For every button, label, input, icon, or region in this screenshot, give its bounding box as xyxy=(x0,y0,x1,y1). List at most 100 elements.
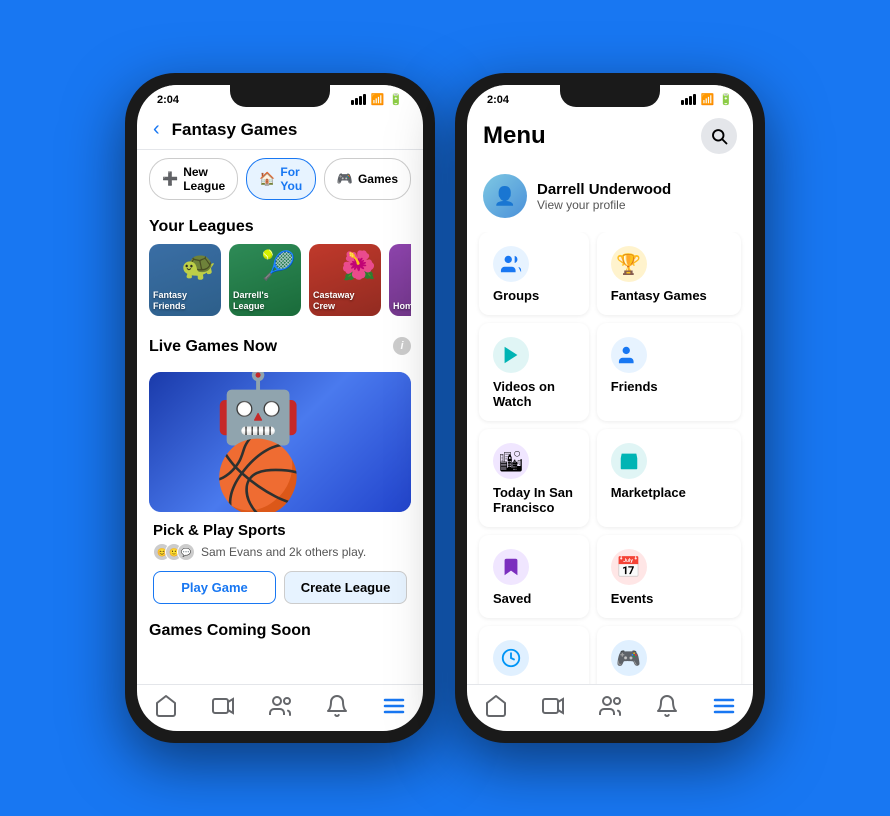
saved-label: Saved xyxy=(493,591,575,606)
game-meta: 😊 🙂 💬 Sam Evans and 2k others play. xyxy=(153,543,407,561)
memories-icon xyxy=(493,640,529,676)
phone-2-screen: 2:04 📶 🔋 Menu xyxy=(467,85,753,731)
nav-people-2[interactable] xyxy=(597,693,623,719)
avatar-group: 😊 🙂 💬 xyxy=(153,543,195,561)
menu-item-memories[interactable]: Memories xyxy=(479,626,589,684)
search-button[interactable] xyxy=(701,118,737,154)
menu-item-games[interactable]: 🎮 Games xyxy=(597,626,741,684)
user-profile-row[interactable]: 👤 Darrell Underwood View your profile xyxy=(467,166,753,232)
menu-item-marketplace[interactable]: Marketplace xyxy=(597,429,741,527)
bottom-nav-2 xyxy=(467,684,753,731)
league-art-2: 🎾 xyxy=(261,249,296,282)
nav-home-2[interactable] xyxy=(483,693,509,719)
menu-item-fantasy[interactable]: 🏆 Fantasy Games xyxy=(597,232,741,315)
league-art-1: 🐢 xyxy=(181,249,216,282)
fantasy-games-icon: 🏆 xyxy=(611,246,647,282)
groups-label: Groups xyxy=(493,288,575,303)
notch-2 xyxy=(560,85,660,107)
league-label-3: Castaway Crew xyxy=(313,290,377,312)
status-icons-1: 📶 🔋 xyxy=(351,93,403,106)
videos-label: Videos on Watch xyxy=(493,379,575,409)
battery-icon-2: 🔋 xyxy=(719,93,733,106)
notch-1 xyxy=(230,85,330,107)
tab-games-label: Games xyxy=(358,172,398,186)
status-icons-2: 📶 🔋 xyxy=(681,93,733,106)
league-card-darrells[interactable]: 🎾 Darrell's League xyxy=(229,244,301,316)
today-label: Today In San Francisco xyxy=(493,485,575,515)
events-icon: 📅 xyxy=(611,549,647,585)
menu-grid: Groups 🏆 Fantasy Games Video xyxy=(479,232,741,684)
events-label: Events xyxy=(611,591,727,606)
live-games-header: Live Games Now i xyxy=(149,328,411,364)
signal-icon-2 xyxy=(681,94,696,105)
status-time-2: 2:04 xyxy=(487,94,509,106)
menu-item-saved[interactable]: Saved xyxy=(479,535,589,618)
friends-label: Friends xyxy=(611,379,727,394)
tab-for-you[interactable]: 🏠 For You xyxy=(246,158,316,200)
info-icon[interactable]: i xyxy=(393,337,411,355)
tab-for-you-label: For You xyxy=(280,165,302,193)
avatar-3: 💬 xyxy=(177,543,195,561)
league-art-3: 🌺 xyxy=(341,249,376,282)
menu-scroll: Groups 🏆 Fantasy Games Video xyxy=(467,232,753,684)
back-button[interactable]: ‹ xyxy=(153,118,160,141)
menu-item-today[interactable]: 🏙 Today In San Francisco xyxy=(479,429,589,527)
user-name: Darrell Underwood xyxy=(537,181,671,198)
nav-people[interactable] xyxy=(267,693,293,719)
nav-menu[interactable] xyxy=(381,693,407,719)
avatar-emoji: 👤 xyxy=(494,186,516,207)
league-card-fantasy[interactable]: 🐢 Fantasy Friends xyxy=(149,244,221,316)
bottom-nav-1 xyxy=(137,684,423,731)
tab-bar: ➕ New League 🏠 For You 🎮 Games xyxy=(137,150,423,208)
league-card-home[interactable]: 🏆 Home Fans xyxy=(389,244,411,316)
saved-icon xyxy=(493,549,529,585)
tab-new-league[interactable]: ➕ New League xyxy=(149,158,238,200)
league-label-4: Home Fans xyxy=(393,301,411,312)
wifi-icon-2: 📶 xyxy=(701,93,715,106)
groups-icon xyxy=(493,246,529,282)
league-label-1: Fantasy Friends xyxy=(153,290,217,312)
nav-home[interactable] xyxy=(153,693,179,719)
menu-item-videos[interactable]: Videos on Watch xyxy=(479,323,589,421)
status-time-1: 2:04 xyxy=(157,94,179,106)
marketplace-label: Marketplace xyxy=(611,485,727,500)
app-header: ‹ Fantasy Games xyxy=(137,110,423,150)
avatar: 👤 xyxy=(483,174,527,218)
your-leagues-title: Your Leagues xyxy=(149,218,411,236)
menu-title: Menu xyxy=(483,122,546,150)
menu-header: Menu xyxy=(467,110,753,166)
game-title: Pick & Play Sports xyxy=(153,522,407,539)
tab-games[interactable]: 🎮 Games xyxy=(324,158,411,200)
wifi-icon: 📶 xyxy=(371,93,385,106)
home-tab-icon: 🏠 xyxy=(259,171,275,187)
games-coming-title: Games Coming Soon xyxy=(149,622,411,640)
fantasy-games-label: Fantasy Games xyxy=(611,288,727,303)
nav-bell[interactable] xyxy=(324,693,350,719)
signal-icon xyxy=(351,94,366,105)
game-image: 🤖🏀 xyxy=(149,372,411,512)
nav-menu-2[interactable] xyxy=(711,693,737,719)
live-games-title: Live Games Now xyxy=(149,338,277,356)
game-art: 🤖🏀 xyxy=(215,372,346,512)
play-game-button[interactable]: Play Game xyxy=(153,571,276,604)
tab-new-league-label: New League xyxy=(183,165,225,193)
user-subtitle: View your profile xyxy=(537,198,671,212)
games-icon: 🎮 xyxy=(611,640,647,676)
marketplace-icon xyxy=(611,443,647,479)
phone-2: 2:04 📶 🔋 Menu xyxy=(455,73,765,743)
menu-item-groups[interactable]: Groups xyxy=(479,232,589,315)
menu-item-events[interactable]: 📅 Events xyxy=(597,535,741,618)
nav-video-2[interactable] xyxy=(540,693,566,719)
videos-icon xyxy=(493,337,529,373)
nav-bell-2[interactable] xyxy=(654,693,680,719)
nav-video[interactable] xyxy=(210,693,236,719)
league-card-castaway[interactable]: 🌺 Castaway Crew xyxy=(309,244,381,316)
user-info: Darrell Underwood View your profile xyxy=(537,181,671,212)
league-row: 🐢 Fantasy Friends 🎾 Darrell's League 🌺 xyxy=(149,244,411,316)
create-league-button[interactable]: Create League xyxy=(284,571,407,604)
phone-1-screen: 2:04 📶 🔋 ‹ Fantasy Games xyxy=(137,85,423,731)
scroll-area-1: Your Leagues 🐢 Fantasy Friends 🎾 Darrell… xyxy=(137,208,423,684)
page-title: Fantasy Games xyxy=(172,120,298,140)
menu-item-friends[interactable]: Friends xyxy=(597,323,741,421)
today-icon: 🏙 xyxy=(493,443,529,479)
